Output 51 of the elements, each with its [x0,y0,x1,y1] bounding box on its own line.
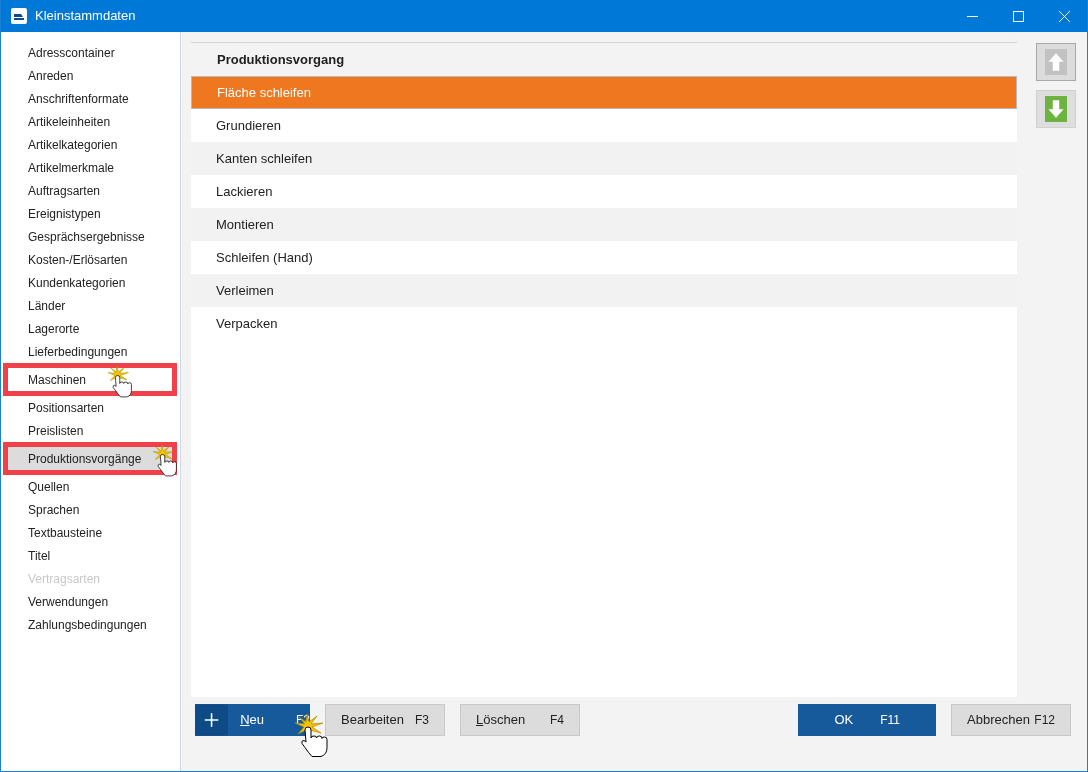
sidebar-item[interactable]: Sprachen [6,498,175,521]
sidebar-item[interactable]: Gesprächsergebnisse [6,225,175,248]
click-cursor-drawing [295,714,329,758]
table-row[interactable]: Montieren [191,208,1017,241]
table-row[interactable]: Verleimen [191,274,1017,307]
sidebar-item[interactable]: Positionsarten [6,396,175,419]
column-header: Produktionsvorgang [216,50,345,69]
move-down-button[interactable] [1036,90,1076,128]
close-icon [1058,10,1070,22]
table-cell-text: Montieren [215,215,274,234]
table-cell-text: Lackieren [215,182,273,201]
sidebar-item[interactable]: Verwendungen [6,590,175,613]
dialog-button[interactable]: Löschen F4 [460,704,580,736]
sidebar-item[interactable]: Ereignistypen [6,202,175,225]
sidebar-item[interactable]: Artikeleinheiten [6,110,175,133]
window-title: Kleinstammdaten [35,7,136,26]
sidebar-item[interactable]: Anschriftenformate [6,87,175,110]
sidebar-item[interactable]: Länder [6,294,175,317]
sidebar-item[interactable]: Textbausteine [6,521,175,544]
click-cursor-drawing [153,445,178,477]
sidebar-item[interactable]: Maschinen [8,368,172,391]
click-cursor-drawing [108,366,133,398]
table-cell-text: Kanten schleifen [215,149,313,168]
dialog-button[interactable]: OK F11 [798,704,936,736]
sidebar-item[interactable]: Preislisten [6,419,175,442]
sidebar-item[interactable]: Zahlungsbedingungen [6,613,175,636]
sidebar-item[interactable]: Auftragsarten [6,179,175,202]
table-cell-text: Verleimen [215,281,274,300]
arrow-up-icon [1045,49,1067,75]
sidebar-item[interactable]: Titel [6,544,175,567]
sidebar-item[interactable]: Adresscontainer [6,41,175,64]
table-row[interactable]: Kanten schleifen [191,142,1017,175]
sidebar-item[interactable]: Quellen [6,475,175,498]
sidebar-item[interactable]: Kosten-/Erlösarten [6,248,175,271]
sidebar-item[interactable]: Produktionsvorgänge [8,447,172,470]
maximize-icon [1012,10,1024,22]
sidebar-item[interactable]: Artikelkategorien [6,133,175,156]
dialog-button[interactable]: Abbrechen F12 [951,704,1071,736]
sidebar-item[interactable]: Lieferbedingungen [6,340,175,363]
dialog-button[interactable]: Bearbeiten F3 [325,704,445,736]
sidebar-item[interactable]: Kundenkategorien [6,271,175,294]
table-cell-text: Schleifen (Hand) [215,248,313,267]
sidebar-item[interactable]: Lagerorte [6,317,175,340]
sidebar-item[interactable]: Anreden [6,64,175,87]
arrow-down-icon [1045,96,1067,122]
table-cell-text: Verpacken [215,314,278,333]
sidebar-item[interactable]: Artikelmerkmale [6,156,175,179]
table-cell-text: Grundieren [215,116,282,135]
plus-icon [195,704,229,736]
table-cell-text: Fläche schleifen [216,83,311,102]
app-icon [11,8,27,24]
